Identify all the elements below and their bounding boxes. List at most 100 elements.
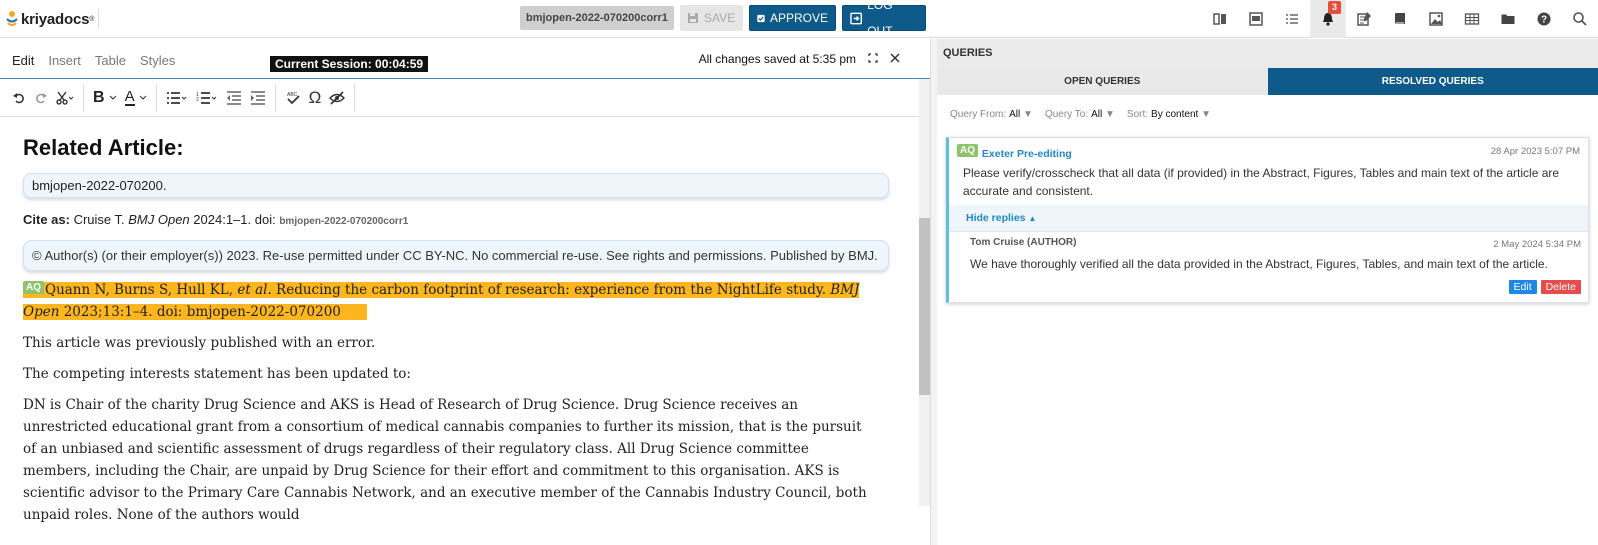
query-aq-tag: AQ [957, 144, 978, 157]
hide-track-icon[interactable] [329, 90, 346, 105]
reply-author: Tom Cruise (AUTHOR) [970, 237, 1077, 248]
redo-icon[interactable] [34, 91, 48, 105]
tab-open-queries[interactable]: OPEN QUERIES [937, 68, 1268, 95]
special-character-icon[interactable]: Ω [309, 88, 322, 108]
reply-date: 2 May 2024 5:34 PM [1493, 239, 1581, 250]
logo-registered: ® [89, 15, 95, 23]
indent-icon[interactable] [250, 90, 266, 105]
ref-authors: Quann N, Burns S, Hull KL, [45, 282, 238, 298]
cite-label: Cite as: [23, 212, 70, 227]
editor-content[interactable]: Related Article: bmjopen-2022-070200. Ci… [0, 118, 930, 545]
close-icon[interactable] [890, 52, 900, 66]
outdent-icon[interactable] [226, 90, 242, 105]
menu-table[interactable]: Table [95, 53, 126, 68]
sort-value: By content [1151, 108, 1199, 120]
reply-delete-button[interactable]: Delete [1540, 280, 1581, 294]
notes-icon[interactable] [1346, 0, 1382, 38]
undo-icon[interactable] [12, 91, 26, 105]
image-icon[interactable] [1418, 0, 1454, 38]
filter-query-to[interactable]: Query To: All ▼ [1045, 109, 1115, 120]
help-icon[interactable]: ? [1526, 0, 1562, 38]
cite-doi: bmjopen-2022-070200corr1 [279, 216, 409, 227]
approve-button[interactable]: APPROVE [749, 5, 836, 31]
query-filters: Query From: All ▼ Query To: All ▼ Sort: By … [937, 95, 1598, 133]
logout-icon [850, 12, 862, 24]
tab-resolved-queries[interactable]: RESOLVED QUERIES [1267, 68, 1598, 95]
bullet-list-icon[interactable] [166, 91, 188, 105]
notification-count-badge: 3 [1328, 1, 1341, 14]
paragraph-error-notice: This article was previously published wi… [23, 335, 376, 351]
logo: kriyadocs ® [6, 9, 100, 29]
right-toolbar: 3 ? [1202, 0, 1598, 38]
logout-button[interactable]: LOG OUT [842, 0, 926, 38]
save-status-text: All changes saved at 5:35 pm [698, 52, 856, 66]
cite-line: Cite as: Cruise T. BMJ Open 2024:1–1. do… [23, 212, 870, 227]
list-icon[interactable] [1274, 0, 1310, 38]
logo-text: kriyadocs [21, 10, 90, 28]
editor-menubar: Edit Insert Table Styles Current Session… [0, 39, 930, 79]
related-article-id: bmjopen-2022-070200. [23, 173, 889, 198]
search-icon[interactable] [1562, 0, 1598, 38]
session-timer: Current Session: 00:04:59 [270, 56, 429, 72]
queries-title: QUERIES [937, 39, 1598, 68]
aq-query-marker[interactable]: AQ [23, 281, 44, 294]
hide-replies-label: Hide replies [966, 212, 1026, 224]
spellcheck-icon[interactable]: ABC [285, 90, 301, 106]
preview-icon[interactable] [1238, 0, 1274, 38]
cite-journal: BMJ Open [128, 212, 190, 227]
bell-icon[interactable]: 3 [1310, 0, 1346, 38]
numbered-list-icon[interactable]: 12 [196, 91, 218, 105]
history-group [10, 83, 84, 112]
editor-toolbar: B A 12 ABC Ω [0, 79, 930, 117]
tools-group: ABC Ω [276, 83, 356, 112]
query-card[interactable]: AQ Exeter Pre-editing 28 Apr 2023 5:07 P… [946, 137, 1589, 303]
queries-tabs: OPEN QUERIES RESOLVED QUERIES [937, 68, 1598, 95]
logout-label: LOG OUT [867, 0, 893, 38]
query-source: Exeter Pre-editing [981, 148, 1072, 160]
table-icon[interactable] [1454, 0, 1490, 38]
menu-insert[interactable]: Insert [48, 53, 81, 68]
check-icon [757, 14, 765, 22]
cut-icon[interactable] [56, 91, 74, 105]
folder-icon[interactable] [1490, 0, 1526, 38]
filter-query-from[interactable]: Query From: All ▼ [950, 109, 1033, 120]
svg-text:?: ? [1541, 15, 1547, 26]
save-status: All changes saved at 5:35 pm [699, 52, 900, 66]
menu-styles[interactable]: Styles [140, 53, 175, 68]
font-color-icon[interactable]: A [124, 89, 147, 106]
document-id-badge: bmjopen-2022-070200corr1 [520, 6, 674, 30]
book-icon[interactable] [1382, 0, 1418, 38]
ref-etal: et al [237, 282, 268, 298]
editor-menu: Edit Insert Table Styles [12, 53, 175, 68]
pane-divider[interactable] [930, 39, 937, 545]
chevron-up-icon: ▲ [1028, 214, 1037, 223]
top-bar: kriyadocs ® bmjopen-2022-070200corr1 SAVE… [0, 0, 1598, 38]
hide-replies-toggle[interactable]: Hide replies ▲ [949, 205, 1588, 231]
paragraph-update-intro: The competing interests statement has be… [23, 366, 411, 382]
fullscreen-icon[interactable] [868, 52, 878, 66]
query-date: 28 Apr 2023 5:07 PM [1490, 146, 1580, 157]
related-article-heading: Related Article: [23, 135, 184, 160]
chevron-down-icon: ▼ [1201, 108, 1211, 120]
reply-edit-button[interactable]: Edit [1508, 280, 1537, 294]
copyright-box: © Author(s) (or their employer(s)) 2023.… [23, 240, 889, 271]
bold-icon[interactable]: B [93, 89, 117, 107]
compare-icon[interactable] [1202, 0, 1238, 38]
ref-title: . Reducing the carbon footprint of resea… [267, 282, 831, 298]
menu-edit[interactable]: Edit [12, 53, 34, 68]
svg-text:ABC: ABC [287, 92, 298, 98]
approve-label: APPROVE [769, 11, 828, 25]
filter-from-value: All [1009, 108, 1021, 120]
reply-text: We have thoroughly verified all the data… [970, 257, 1548, 271]
paragraph-competing-interests: DN is Chair of the charity Drug Science … [23, 397, 867, 523]
sort-label: Sort: [1126, 108, 1149, 120]
save-button[interactable]: SAVE [680, 5, 743, 31]
filter-to-label: Query To: [1044, 108, 1089, 120]
ref-tail: 2023;13:1–4. doi: bmjopen-2022-070200 [63, 304, 341, 320]
list-group: 12 [157, 83, 276, 112]
cite-author: Cruise T. [69, 212, 129, 227]
filter-sort[interactable]: Sort: By content ▼ [1127, 109, 1211, 120]
chevron-down-icon: ▼ [1023, 108, 1033, 120]
reference-citation[interactable]: AQ Quann N, Burns S, Hull KL, et al. Redu… [23, 279, 870, 323]
format-group: B A [84, 83, 157, 112]
